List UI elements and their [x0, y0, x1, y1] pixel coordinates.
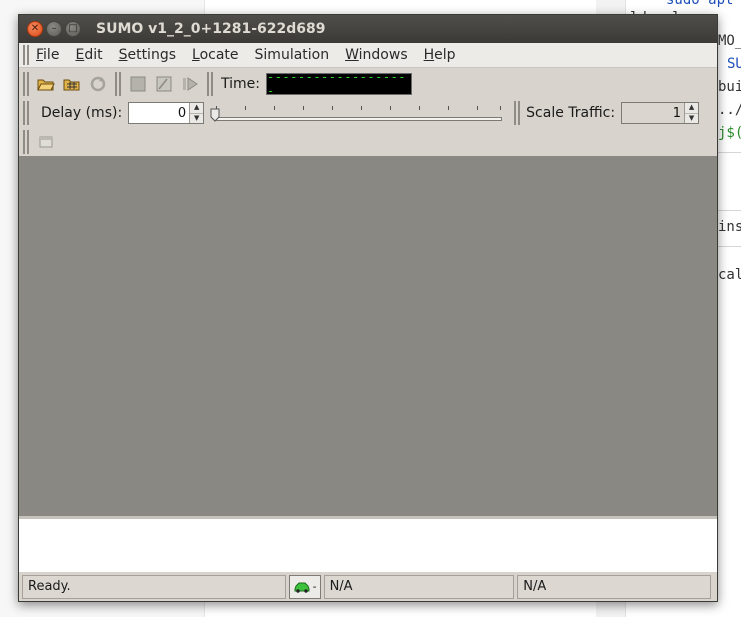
background-code-line: sudo apt: [666, 0, 734, 8]
scale-traffic-input[interactable]: [622, 103, 685, 123]
slider-tick: [361, 106, 363, 110]
toolbar-grip[interactable]: [514, 101, 521, 125]
delay-label: Delay (ms):: [41, 105, 123, 121]
view-area[interactable]: [19, 156, 717, 516]
background-code-line: MO_: [718, 33, 741, 49]
menu-settings[interactable]: Settings: [119, 47, 176, 63]
stop-button[interactable]: [125, 71, 151, 97]
open-network-button[interactable]: [59, 71, 85, 97]
menu-edit[interactable]: Edit: [75, 47, 102, 63]
message-log[interactable]: [19, 516, 717, 572]
slider-tick: [477, 106, 479, 110]
minimize-icon: –: [51, 23, 57, 34]
background-code-line: ../: [718, 102, 741, 118]
status-cell-coordinates: N/A: [323, 574, 515, 599]
car-icon: [294, 582, 310, 593]
toolbar-grip[interactable]: [207, 72, 213, 96]
step-button[interactable]: [151, 71, 177, 97]
delay-input[interactable]: [129, 103, 190, 123]
toolbar-grip[interactable]: [23, 130, 29, 154]
background-divider: [718, 246, 741, 247]
minimize-window-button[interactable]: –: [46, 21, 62, 37]
delay-slider-thumb[interactable]: [210, 108, 220, 122]
background-code-line: SU: [727, 56, 741, 72]
delay-spin-buttons[interactable]: ▲ ▼: [189, 103, 204, 124]
step-icon: [156, 76, 172, 92]
scale-traffic-label: Scale Traffic:: [526, 105, 616, 121]
window-icon: [39, 136, 53, 148]
status-bar: Ready. - N/A N/A: [19, 572, 717, 601]
open-simulation-icon: [37, 79, 55, 91]
toolbar-grip[interactable]: [115, 72, 121, 96]
close-icon: ✕: [30, 23, 40, 34]
open-network-icon: [63, 79, 80, 91]
background-code-line: cal: [718, 267, 741, 283]
slider-tick: [390, 106, 392, 110]
delay-slider-track: [214, 117, 503, 121]
menu-bar: File Edit Settings Locate Simulation Win…: [19, 43, 717, 68]
main-toolbar: Time: -------------------: [19, 69, 717, 99]
delay-toolbar: Delay (ms): ▲ ▼ Scale Traff: [19, 98, 717, 128]
background-divider: [718, 210, 741, 211]
menu-help[interactable]: Help: [424, 47, 456, 63]
slider-tick: [303, 106, 305, 110]
spin-up-icon[interactable]: ▲: [190, 103, 203, 113]
open-simulation-button[interactable]: [33, 71, 59, 97]
slider-tick: [245, 106, 247, 110]
time-label: Time:: [221, 76, 260, 92]
run-icon: [183, 77, 198, 91]
status-cell-geo: N/A: [517, 574, 711, 599]
slider-tick: [274, 106, 276, 110]
menu-file[interactable]: File: [36, 47, 59, 63]
reload-button[interactable]: [85, 71, 111, 97]
delay-slider[interactable]: [210, 101, 506, 125]
menu-locate[interactable]: Locate: [192, 47, 239, 63]
spin-down-icon[interactable]: ▼: [190, 112, 204, 124]
delay-spinner[interactable]: ▲ ▼: [128, 102, 205, 124]
stop-icon: [130, 76, 146, 92]
maximize-icon: □: [68, 23, 78, 34]
slider-tick: [448, 106, 450, 110]
title-bar[interactable]: ✕ – □ SUMO v1_2_0+1281-622d689: [19, 15, 717, 43]
spin-up-icon[interactable]: ▲: [685, 103, 698, 113]
status-message: Ready.: [22, 574, 286, 599]
time-display: -------------------: [265, 73, 412, 95]
slider-tick: [332, 106, 334, 110]
vehicle-count: -: [312, 580, 317, 593]
window-title: SUMO v1_2_0+1281-622d689: [96, 21, 326, 37]
menubar-grip[interactable]: [23, 45, 29, 65]
slider-tick: [500, 106, 502, 110]
scale-traffic-spinner[interactable]: ▲ ▼: [621, 102, 700, 124]
background-code-line: ins: [718, 219, 741, 235]
maximize-window-button[interactable]: □: [65, 21, 81, 37]
sumo-window: ✕ – □ SUMO v1_2_0+1281-622d689 File Edit…: [18, 14, 718, 602]
menu-windows[interactable]: Windows: [345, 47, 408, 63]
background-code-line: bui: [718, 79, 741, 95]
scale-spin-buttons[interactable]: ▲ ▼: [684, 103, 699, 124]
run-button[interactable]: [177, 71, 203, 97]
slider-tick: [419, 106, 421, 110]
toolbar-grip[interactable]: [23, 101, 29, 125]
toolbar-grip[interactable]: [23, 72, 29, 96]
menu-simulation[interactable]: Simulation: [255, 47, 330, 63]
background-code-line: j$(: [718, 125, 741, 141]
windows-toolbar: [19, 128, 717, 156]
close-window-button[interactable]: ✕: [27, 21, 43, 37]
reload-icon: [90, 76, 106, 92]
spin-down-icon[interactable]: ▼: [685, 112, 699, 124]
vehicle-count-cell: -: [288, 574, 321, 599]
new-view-button[interactable]: [33, 129, 59, 155]
background-divider: [718, 152, 741, 153]
